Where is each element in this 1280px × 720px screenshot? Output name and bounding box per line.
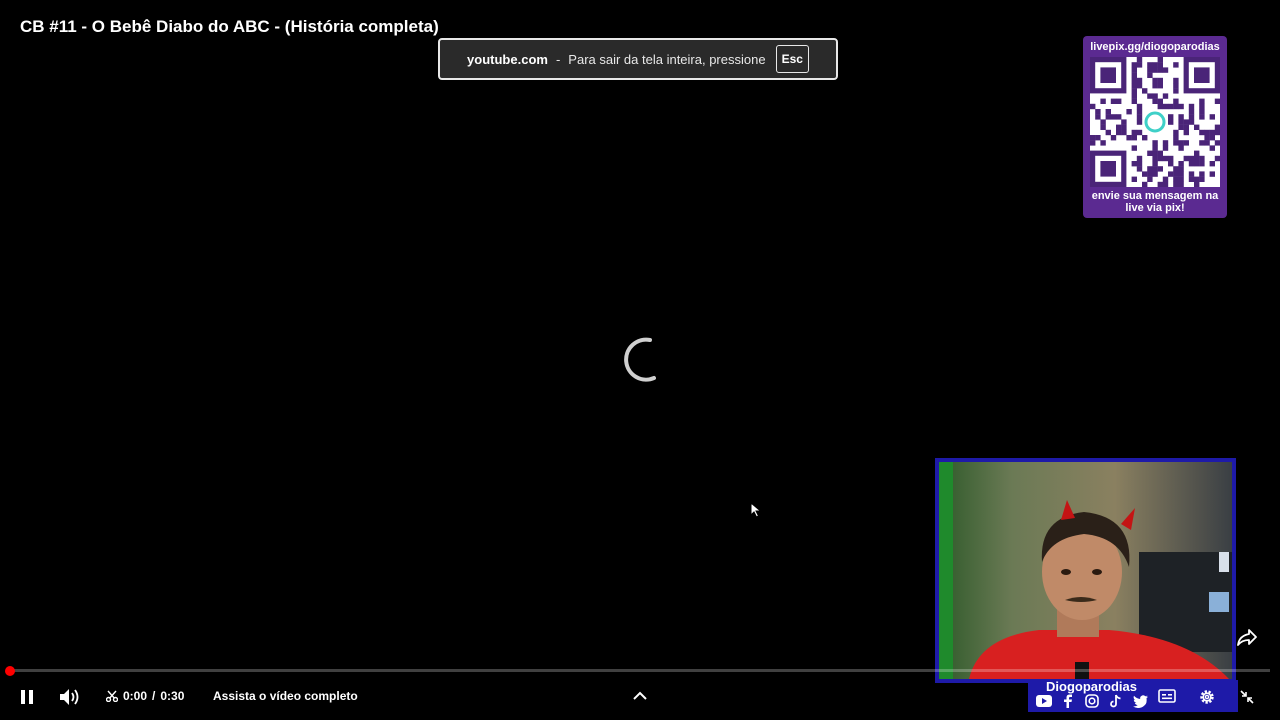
fullscreen-notice: youtube.com - Para sair da tela inteira,… [438,38,838,80]
time-display: 0:00 / 0:30 [106,689,184,703]
volume-button[interactable] [58,686,82,708]
video-player[interactable]: CB #11 - O Bebê Diabo do ABC - (História… [0,0,1280,720]
time-current: 0:00 [123,689,148,703]
streamer-webcam-image [939,462,1232,679]
scissors-icon [106,690,118,702]
expand-button[interactable] [630,686,650,706]
chevron-up-icon [633,691,647,700]
time-separator: / [152,689,156,703]
notice-domain: youtube.com [467,51,548,67]
progress-scrubber[interactable] [5,666,15,676]
video-title: CB #11 - O Bebê Diabo do ABC - (História… [20,17,439,36]
qr-code-icon [1090,57,1221,188]
share-icon[interactable] [1236,626,1258,648]
qr-url: livepix.gg/diogoparodias [1090,41,1220,53]
exit-fullscreen-icon [1240,690,1254,704]
webcam-overlay [935,458,1236,683]
pause-button[interactable] [16,686,38,708]
subtitles-icon [1158,689,1176,703]
time-total: 0:30 [160,689,185,703]
qr-message: envie sua mensagem na live via pix! [1091,190,1219,214]
mouse-cursor-icon [750,502,762,518]
watch-full-video-link[interactable]: Assista o vídeo completo [213,689,358,703]
notice-message: Para sair da tela inteira, pressione [568,51,766,67]
gear-icon [1200,690,1214,704]
subtitles-button[interactable] [1156,686,1178,706]
progress-bar[interactable] [10,669,1270,672]
exit-fullscreen-button[interactable] [1236,686,1258,708]
loading-spinner-icon [624,337,656,382]
volume-icon [60,689,79,705]
pause-icon [21,690,33,704]
livepix-qr-card: livepix.gg/diogoparodias envie sua mensa… [1083,36,1227,218]
esc-key: Esc [775,45,809,73]
settings-button[interactable] [1196,686,1218,708]
player-controls: 0:00 / 0:30 Assista o vídeo completo [0,680,1280,714]
notice-separator: - [555,51,561,67]
